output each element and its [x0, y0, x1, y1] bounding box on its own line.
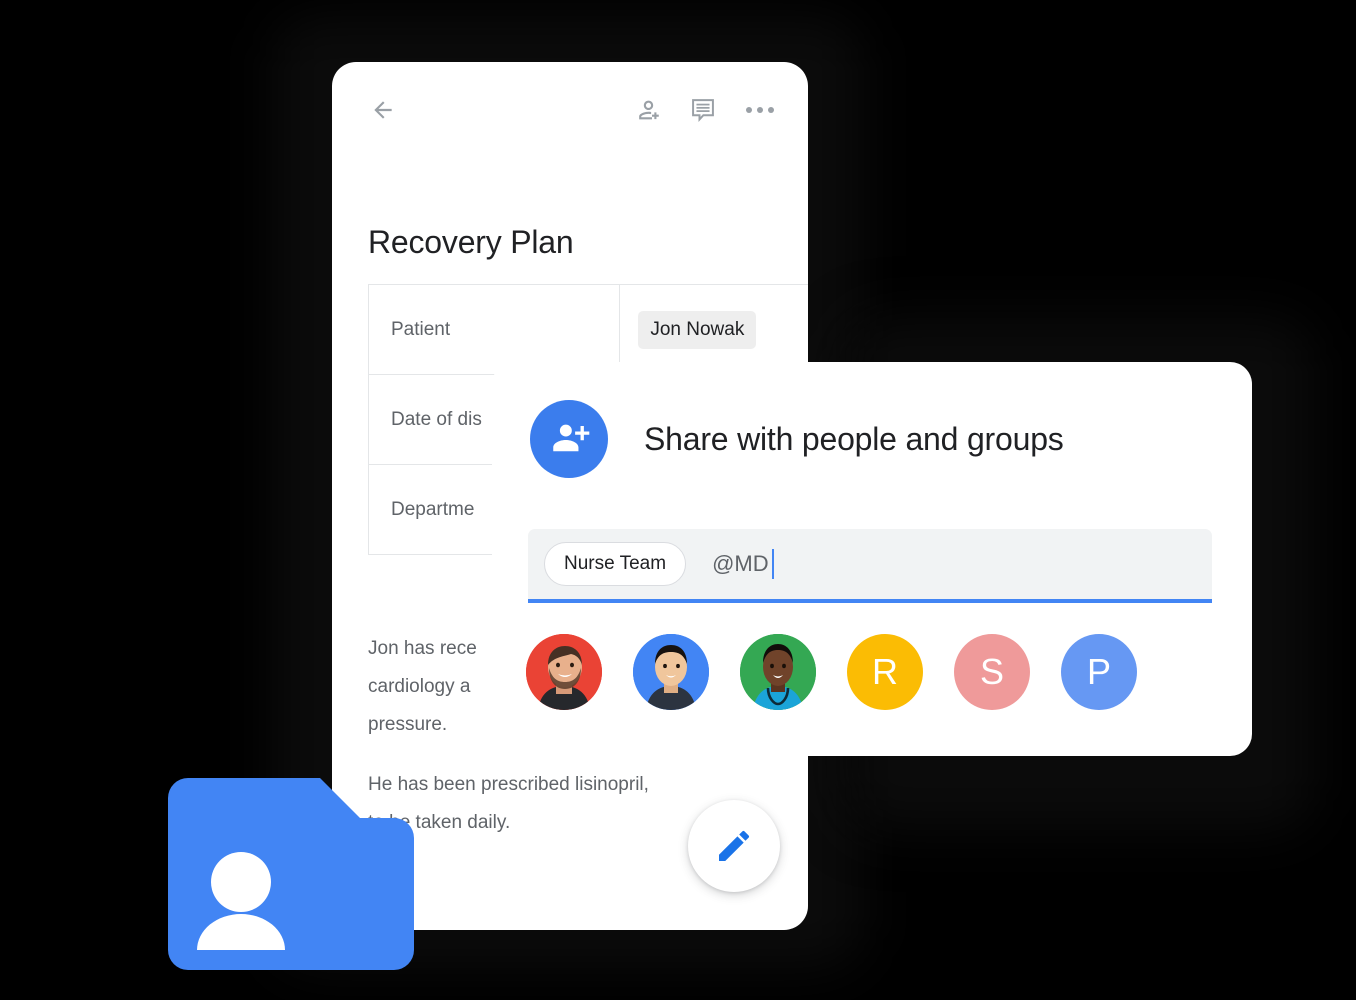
share-recipients-input[interactable]: Nurse Team @MD: [528, 529, 1212, 603]
avatar-initial-label: S: [979, 651, 1004, 692]
pencil-edit-icon: [719, 830, 750, 861]
share-dialog-header: Share with people and groups: [530, 400, 1064, 478]
suggested-people-row: R S P: [526, 634, 1137, 710]
avatar-person-2[interactable]: [633, 634, 709, 710]
avatar-person-3[interactable]: [740, 634, 816, 710]
table-cell-key: Patient: [367, 284, 621, 375]
avatar-initial-label: R: [872, 651, 898, 692]
toolbar-actions: [630, 95, 774, 125]
avatar-initial-s[interactable]: S: [954, 634, 1030, 710]
avatar-initial-label: P: [1086, 651, 1111, 692]
avatar-initial-r[interactable]: R: [847, 634, 923, 710]
contacts-folder-icon: [168, 778, 414, 970]
share-dialog: Share with people and groups Nurse Team …: [492, 362, 1252, 756]
edit-fab-button[interactable]: [688, 800, 780, 892]
more-options-icon[interactable]: [746, 107, 774, 113]
share-input-text: @MD: [712, 549, 774, 579]
document-toolbar: [332, 62, 808, 158]
person-head-shape: [211, 852, 271, 912]
arrow-back-icon[interactable]: [366, 93, 400, 127]
body-line: pressure.: [368, 714, 448, 735]
table-row: Patient Jon Nowak: [367, 284, 808, 375]
text-caret: [771, 549, 774, 579]
body-line: cardiology a: [368, 676, 471, 697]
body-line: Jon has rece: [368, 638, 477, 659]
person-add-icon: [530, 400, 608, 478]
screenshot-root: Recovery Plan Patient Jon Nowak Date of …: [0, 0, 1356, 1000]
share-dialog-title: Share with people and groups: [644, 420, 1064, 457]
patient-name-chip: Jon Nowak: [638, 310, 757, 349]
avatar-initial-p[interactable]: P: [1061, 634, 1137, 710]
person-add-icon[interactable]: [630, 95, 660, 125]
share-input-value: @MD: [712, 551, 769, 576]
avatar-person-1[interactable]: [526, 634, 602, 710]
recipient-chip-nurse-team[interactable]: Nurse Team: [544, 542, 687, 586]
page-title: Recovery Plan: [368, 224, 574, 260]
table-cell-value: Jon Nowak: [619, 284, 808, 375]
comment-icon[interactable]: [688, 95, 718, 125]
